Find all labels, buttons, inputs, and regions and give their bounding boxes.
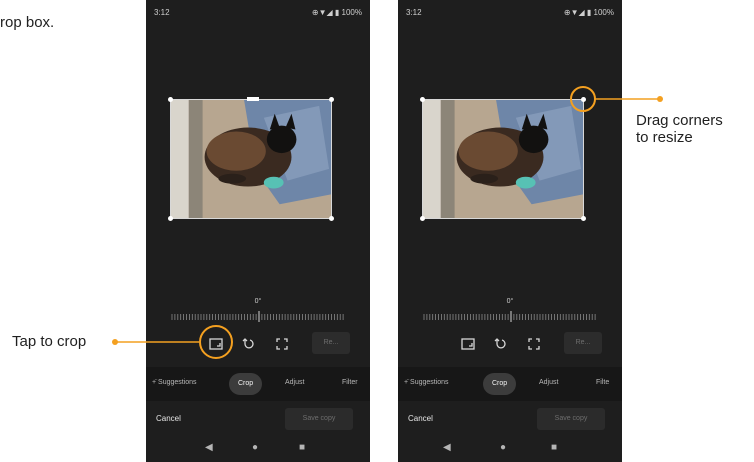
- tab-adjust[interactable]: Adjust: [285, 379, 304, 386]
- tab-suggestions[interactable]: +̈ Suggestions: [152, 379, 197, 386]
- rotation-dial[interactable]: [170, 311, 346, 322]
- nav-back-icon[interactable]: ◀: [205, 442, 213, 453]
- rotation-dial-ticks: [423, 311, 596, 322]
- crop-handle-bottom-left[interactable]: [420, 216, 425, 221]
- nav-back-icon[interactable]: ◀: [443, 442, 451, 453]
- save-copy-button[interactable]: Save copy: [537, 408, 605, 430]
- reset-button[interactable]: Re...: [312, 332, 350, 354]
- status-bar: 3:12 ⊕▼◢ ▮ 100%: [154, 8, 362, 20]
- system-nav-bar: ◀ ● ■: [398, 438, 622, 462]
- tab-filters[interactable]: Filter: [342, 379, 358, 386]
- cat-photo: [423, 100, 583, 218]
- crop-handle-top-edge[interactable]: [247, 97, 259, 101]
- crop-handle-top-left[interactable]: [420, 97, 425, 102]
- crop-toolbar: Re...: [398, 332, 622, 356]
- status-time: 3:12: [406, 8, 422, 17]
- action-bar: Cancel Save copy: [398, 404, 622, 434]
- tab-filters[interactable]: Filte: [596, 379, 609, 386]
- tab-adjust[interactable]: Adjust: [539, 379, 558, 386]
- callout-drag-line1: Drag corners: [636, 112, 723, 129]
- phone-screenshot-left: 3:12 ⊕▼◢ ▮ 100% 0° Re... +̈ Suggestions …: [146, 0, 370, 462]
- crop-photo[interactable]: [420, 97, 586, 221]
- callout-drag-corners: Drag corners to resize: [636, 112, 723, 146]
- nav-home-icon[interactable]: ●: [252, 442, 258, 453]
- reset-button[interactable]: Re...: [564, 332, 602, 354]
- nav-home-icon[interactable]: ●: [500, 442, 506, 453]
- rotation-angle-label: 0°: [254, 298, 262, 305]
- rotate-icon[interactable]: [492, 336, 508, 352]
- editor-tabs: +̈ Suggestions Crop Adjust Filter: [146, 367, 370, 401]
- system-nav-bar: ◀ ● ■: [146, 438, 370, 462]
- crop-frame-icon[interactable]: [460, 336, 476, 352]
- intro-caption: rop box.: [0, 14, 55, 31]
- phone-screenshot-right: 3:12 ⊕▼◢ ▮ 100% 0° Re... +̈ Suggestions …: [398, 0, 622, 462]
- crop-handle-bottom-right[interactable]: [329, 216, 334, 221]
- callout-drag-line2: to resize: [636, 129, 693, 146]
- crop-handle-bottom-left[interactable]: [168, 216, 173, 221]
- crop-handle-bottom-right[interactable]: [581, 216, 586, 221]
- status-bar: 3:12 ⊕▼◢ ▮ 100%: [406, 8, 614, 20]
- crop-handle-top-left[interactable]: [168, 97, 173, 102]
- nav-recents-icon[interactable]: ■: [299, 442, 305, 453]
- cat-photo: [171, 100, 331, 218]
- crop-photo[interactable]: [168, 97, 334, 221]
- tab-crop[interactable]: Crop: [229, 373, 263, 395]
- status-time: 3:12: [154, 8, 170, 17]
- crop-handle-top-right[interactable]: [329, 97, 334, 102]
- callout-leader-left: [112, 325, 233, 359]
- expand-icon[interactable]: [274, 336, 290, 352]
- tab-crop[interactable]: Crop: [483, 373, 517, 395]
- callout-tap-to-crop: Tap to crop: [12, 333, 87, 350]
- callout-leader-right: [570, 86, 663, 112]
- status-icons: ⊕▼◢ ▮ 100%: [311, 8, 362, 17]
- nav-recents-icon[interactable]: ■: [551, 442, 557, 453]
- rotate-icon[interactable]: [240, 336, 256, 352]
- rotation-angle-label: 0°: [506, 298, 514, 305]
- action-bar: Cancel Save copy: [146, 404, 370, 434]
- status-icons: ⊕▼◢ ▮ 100%: [563, 8, 614, 17]
- rotation-dial-ticks: [171, 311, 344, 322]
- expand-icon[interactable]: [526, 336, 542, 352]
- editor-tabs: +̈ Suggestions Crop Adjust Filte: [398, 367, 622, 401]
- cancel-button[interactable]: Cancel: [408, 414, 433, 423]
- save-copy-button[interactable]: Save copy: [285, 408, 353, 430]
- tab-suggestions[interactable]: +̈ Suggestions: [404, 379, 449, 386]
- cancel-button[interactable]: Cancel: [156, 414, 181, 423]
- rotation-dial[interactable]: [422, 311, 598, 322]
